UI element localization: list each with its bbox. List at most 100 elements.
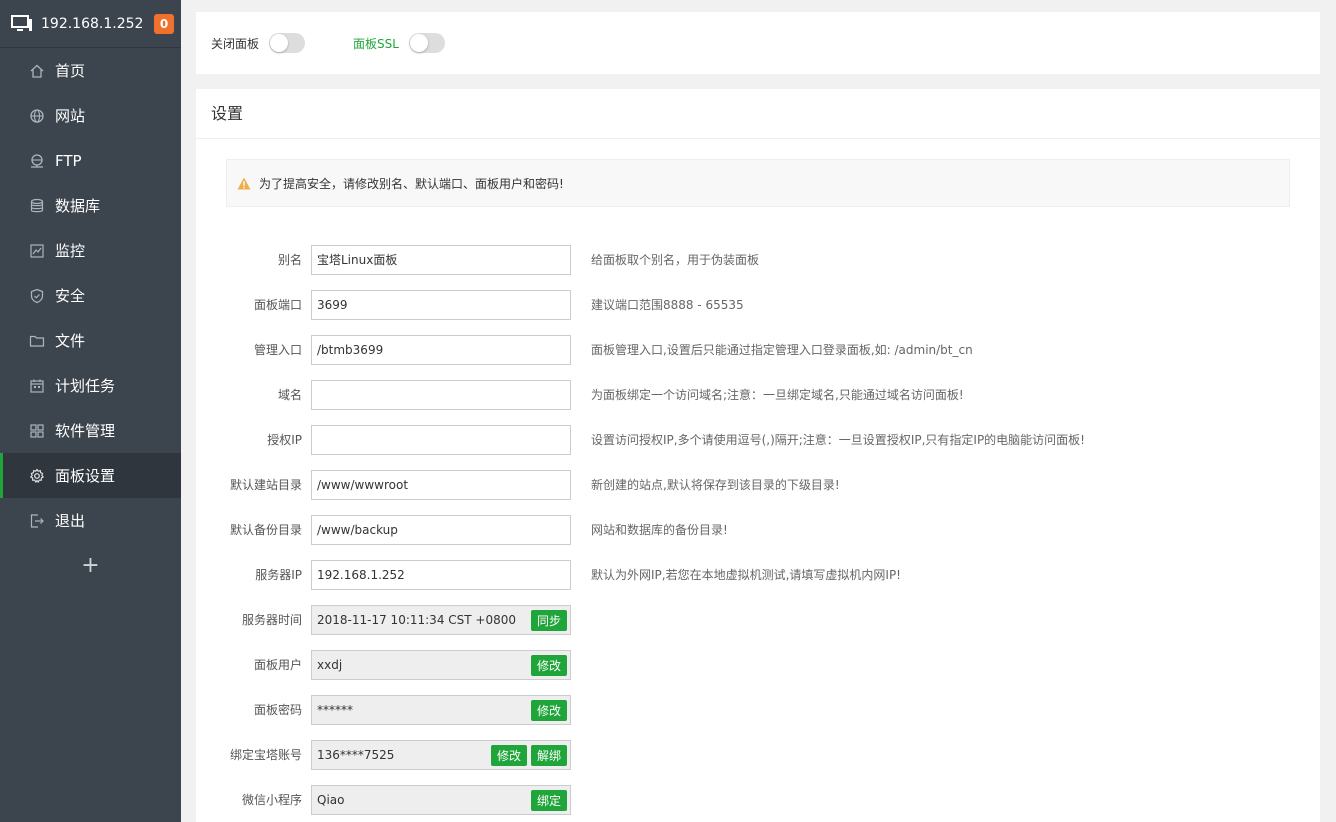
server-time-field: 2018-11-17 10:11:34 CST +0800 同步 [311, 604, 571, 635]
sidebar-item-label: FTP [55, 151, 82, 170]
server-header[interactable]: 192.168.1.252 0 [0, 0, 181, 48]
auth-ip-input[interactable] [317, 425, 570, 454]
edit-account-button[interactable]: 修改 [490, 744, 527, 766]
sidebar-item-software[interactable]: 软件管理 [0, 408, 181, 453]
wechat-value: Qiao [317, 792, 345, 807]
bt-account-value: 136****7525 [317, 747, 395, 762]
logout-icon [29, 513, 45, 529]
sidebar-menu: 首页 网站 FTP 数据库 监控 安全 文件 计划任务 软件管理 面板设置 退出 [0, 48, 181, 543]
close-panel-toggle[interactable] [269, 33, 306, 53]
settings-card: 设置 为了提高安全，请修改别名、默认端口、面板用户和密码! 别名 给面板取个别名… [196, 89, 1320, 822]
edit-user-button[interactable]: 修改 [530, 654, 567, 676]
form-row-panel-password: 面板密码 ****** 修改 [226, 687, 1085, 732]
sidebar-item-home[interactable]: 首页 [0, 48, 181, 93]
backup-dir-input[interactable] [317, 515, 570, 544]
port-input[interactable] [317, 290, 570, 319]
sidebar: 192.168.1.252 0 首页 网站 FTP 数据库 监控 安全 文件 计… [0, 0, 181, 822]
field-buttons: 绑定 [530, 789, 567, 811]
auth-ip-input-box [311, 424, 571, 455]
admin-path-input-box [311, 334, 571, 365]
sidebar-item-ftp[interactable]: FTP [0, 138, 181, 183]
sidebar-item-website[interactable]: 网站 [0, 93, 181, 138]
main-content: 关闭面板 面板SSL 设置 为了提高安全，请修改别名、默认端口、面板用户和密码!… [181, 0, 1336, 822]
gear-icon [29, 468, 45, 484]
field-label: 域名 [277, 388, 302, 402]
sidebar-item-database[interactable]: 数据库 [0, 183, 181, 228]
form-row-auth-ip: 授权IP 设置访问授权IP,多个请使用逗号(,)隔开;注意：一旦设置授权IP,只… [226, 417, 1085, 462]
domain-input-box [311, 379, 571, 410]
add-shortcut-button[interactable]: + [0, 543, 181, 587]
sidebar-item-label: 数据库 [55, 197, 101, 215]
panel-user-field: xxdj 修改 [311, 649, 571, 680]
sidebar-item-label: 退出 [55, 512, 86, 530]
site-dir-input[interactable] [317, 470, 570, 499]
notification-badge[interactable]: 0 [154, 13, 174, 34]
form-row-admin-path: 管理入口 面板管理入口,设置后只能通过指定管理入口登录面板,如: /admin/… [226, 327, 1085, 372]
alias-input[interactable] [317, 245, 570, 274]
sidebar-item-label: 面板设置 [55, 467, 116, 485]
field-hint: 默认为外网IP,若您在本地虚拟机测试,请填写虚拟机内网IP! [591, 568, 901, 582]
field-label: 面板端口 [253, 298, 302, 312]
panel-ssl-toggle[interactable] [408, 33, 445, 53]
panel-password-value: ****** [317, 702, 353, 717]
folder-icon [29, 333, 45, 349]
monitor-icon [11, 14, 32, 31]
settings-title: 设置 [196, 89, 1320, 139]
form-row-alias: 别名 给面板取个别名，用于伪装面板 [226, 237, 1085, 282]
sidebar-item-label: 安全 [55, 287, 86, 305]
field-hint: 设置访问授权IP,多个请使用逗号(,)隔开;注意：一旦设置授权IP,只有指定IP… [591, 433, 1085, 447]
field-label: 管理入口 [253, 343, 302, 357]
field-hint: 为面板绑定一个访问域名;注意：一旦绑定域名,只能通过域名访问面板! [591, 388, 964, 402]
form-row-panel-user: 面板用户 xxdj 修改 [226, 642, 1085, 687]
sidebar-item-label: 首页 [55, 62, 86, 80]
panel-password-field: ****** 修改 [311, 694, 571, 725]
field-buttons: 修改 解绑 [490, 744, 567, 766]
form-row-port: 面板端口 建议端口范围8888 - 65535 [226, 282, 1085, 327]
sidebar-item-label: 文件 [55, 332, 86, 350]
field-hint: 面板管理入口,设置后只能通过指定管理入口登录面板,如: /admin/bt_cn [591, 343, 973, 357]
field-label: 默认备份目录 [229, 523, 302, 537]
field-label: 面板用户 [253, 658, 302, 672]
toggle-knob [270, 34, 289, 52]
sidebar-item-logout[interactable]: 退出 [0, 498, 181, 543]
ftp-icon [29, 153, 45, 169]
sidebar-item-panel-settings[interactable]: 面板设置 [0, 453, 181, 498]
security-alert: 为了提高安全，请修改别名、默认端口、面板用户和密码! [226, 159, 1290, 207]
grid-icon [29, 423, 45, 439]
field-label: 别名 [277, 253, 302, 267]
panel-user-value: xxdj [317, 657, 343, 672]
sidebar-item-cron[interactable]: 计划任务 [0, 363, 181, 408]
calendar-icon [29, 378, 45, 394]
database-icon [29, 198, 45, 214]
field-label: 绑定宝塔账号 [229, 748, 302, 762]
field-buttons: 同步 [530, 609, 567, 631]
field-buttons: 修改 [530, 699, 567, 721]
panel-ssl-toggle-group: 面板SSL [353, 33, 445, 53]
domain-input[interactable] [317, 380, 570, 409]
field-label: 默认建站目录 [229, 478, 302, 492]
form-row-backup-dir: 默认备份目录 网站和数据库的备份目录! [226, 507, 1085, 552]
server-ip-input[interactable] [317, 560, 570, 589]
server-ip-input-box [311, 559, 571, 590]
port-input-box [311, 289, 571, 320]
edit-password-button[interactable]: 修改 [530, 699, 567, 721]
field-label: 服务器IP [255, 568, 302, 582]
sidebar-item-files[interactable]: 文件 [0, 318, 181, 363]
form-row-domain: 域名 为面板绑定一个访问域名;注意：一旦绑定域名,只能通过域名访问面板! [226, 372, 1085, 417]
admin-path-input[interactable] [317, 335, 570, 364]
sidebar-item-security[interactable]: 安全 [0, 273, 181, 318]
server-time-value: 2018-11-17 10:11:34 CST +0800 [317, 612, 516, 627]
shield-icon [29, 288, 45, 304]
field-hint: 网站和数据库的备份目录! [591, 523, 728, 537]
toggle-knob [409, 34, 428, 52]
monitor-chart-icon [29, 243, 45, 259]
panel-ssl-label[interactable]: 面板SSL [353, 35, 399, 52]
panel-toggles-card: 关闭面板 面板SSL [196, 12, 1320, 74]
form-row-wechat: 微信小程序 Qiao 绑定 [226, 777, 1085, 822]
bind-wechat-button[interactable]: 绑定 [530, 789, 567, 811]
sidebar-item-monitor[interactable]: 监控 [0, 228, 181, 273]
sync-time-button[interactable]: 同步 [530, 609, 567, 631]
unbind-account-button[interactable]: 解绑 [530, 744, 567, 766]
home-icon [29, 63, 45, 79]
field-label: 服务器时间 [241, 613, 302, 627]
